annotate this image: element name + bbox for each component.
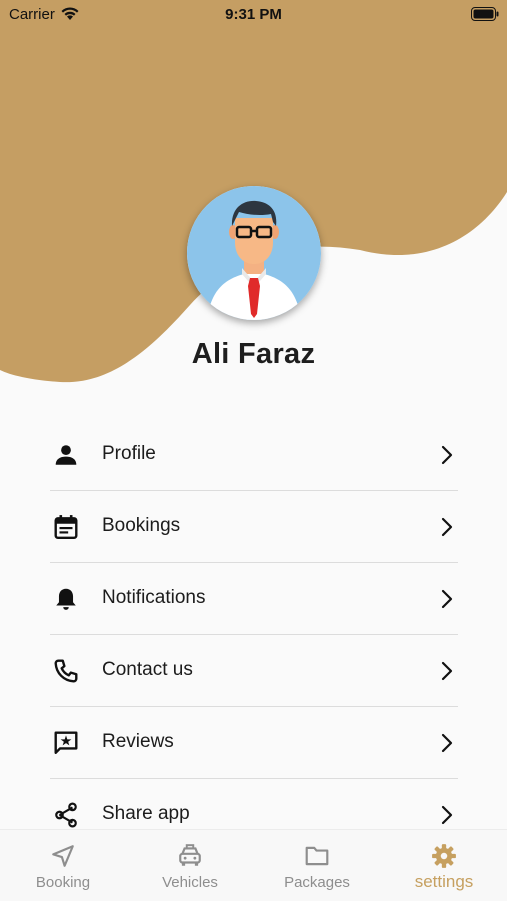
clock: 9:31 PM (225, 6, 282, 23)
battery-icon (471, 7, 499, 21)
menu-item-label: Bookings (102, 515, 181, 536)
menu-item-contact-us[interactable]: Contact us (50, 635, 458, 707)
menu-item-notifications[interactable]: Notifications (50, 563, 458, 635)
folder-icon (305, 846, 329, 866)
menu-item-label: Contact us (102, 659, 193, 680)
tab-label: Vehicles (162, 874, 218, 891)
tab-label: Booking (35, 874, 91, 891)
bottom-tab-bar: Booking Vehicles Packages settings (0, 829, 507, 901)
avatar[interactable] (187, 186, 321, 320)
menu-item-label: Reviews (102, 731, 174, 752)
menu-item-reviews[interactable]: Reviews (50, 707, 458, 779)
user-name: Ali Faraz (191, 338, 316, 370)
taxi-icon (179, 844, 201, 866)
tab-packages[interactable]: Packages (254, 830, 380, 901)
tab-booking[interactable]: Booking (0, 830, 126, 901)
chevron-right-icon (441, 445, 453, 465)
bell-icon (56, 588, 76, 610)
status-bar: Carrier 9:31 PM (0, 0, 507, 30)
chevron-right-icon (441, 661, 453, 681)
calendar-icon (54, 515, 78, 540)
chevron-right-icon (441, 517, 453, 537)
person-icon (55, 445, 77, 465)
menu-item-label: Share app (102, 803, 190, 824)
menu-item-profile[interactable]: Profile (50, 419, 458, 491)
menu-item-label: Notifications (102, 587, 206, 608)
gear-icon (432, 844, 456, 868)
chevron-right-icon (441, 805, 453, 825)
tab-settings[interactable]: settings (381, 830, 507, 901)
tab-vehicles[interactable]: Vehicles (127, 830, 253, 901)
share-icon (55, 802, 77, 828)
avatar-illustration-icon (187, 186, 321, 320)
menu-item-label: Profile (102, 443, 156, 464)
phone-icon (54, 659, 78, 683)
review-icon (54, 731, 78, 754)
settings-menu: Profile Bookings Notifications Contact u… (50, 419, 458, 850)
navigation-arrow-icon (52, 845, 74, 867)
chevron-right-icon (441, 733, 453, 753)
chevron-right-icon (441, 589, 453, 609)
tab-label: Packages (284, 874, 350, 891)
tab-label: settings (414, 872, 474, 891)
menu-item-bookings[interactable]: Bookings (50, 491, 458, 563)
